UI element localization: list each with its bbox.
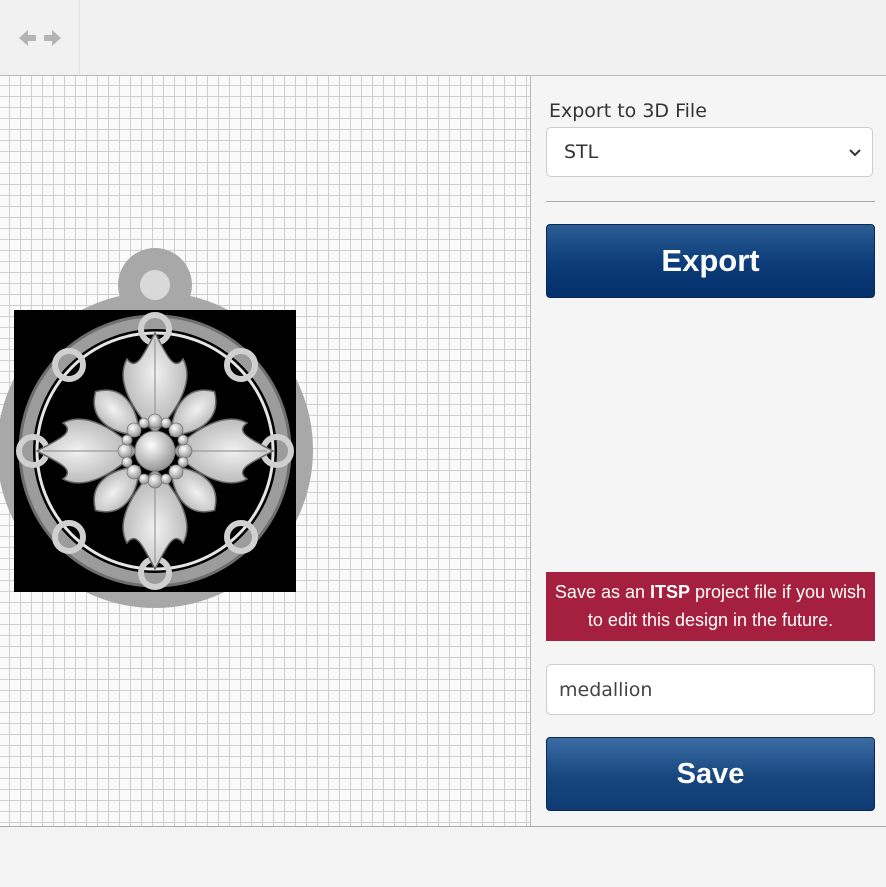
export-panel: Export to 3D File STL Export Save as an … (531, 76, 886, 826)
export-button[interactable]: Export (546, 224, 875, 298)
filename-input[interactable] (546, 664, 875, 715)
export-format-select[interactable]: STL (546, 127, 873, 177)
save-notice-format: ITSP (649, 582, 690, 602)
chevron-down-icon (849, 149, 861, 157)
save-button[interactable]: Save (546, 737, 875, 811)
bottom-bar (0, 826, 886, 887)
save-notice-prefix: Save as an (554, 582, 650, 602)
export-format-value: STL (564, 141, 599, 163)
design-canvas[interactable] (0, 76, 531, 826)
save-notice: Save as an ITSP project file if you wish… (546, 572, 875, 641)
divider (546, 201, 875, 202)
left-right-arrows-icon (18, 29, 61, 46)
top-toolbar (0, 0, 886, 76)
pan-toggle-button[interactable] (0, 0, 80, 75)
medallion-preview[interactable] (0, 76, 530, 826)
export-format-label: Export to 3D File (549, 100, 707, 122)
